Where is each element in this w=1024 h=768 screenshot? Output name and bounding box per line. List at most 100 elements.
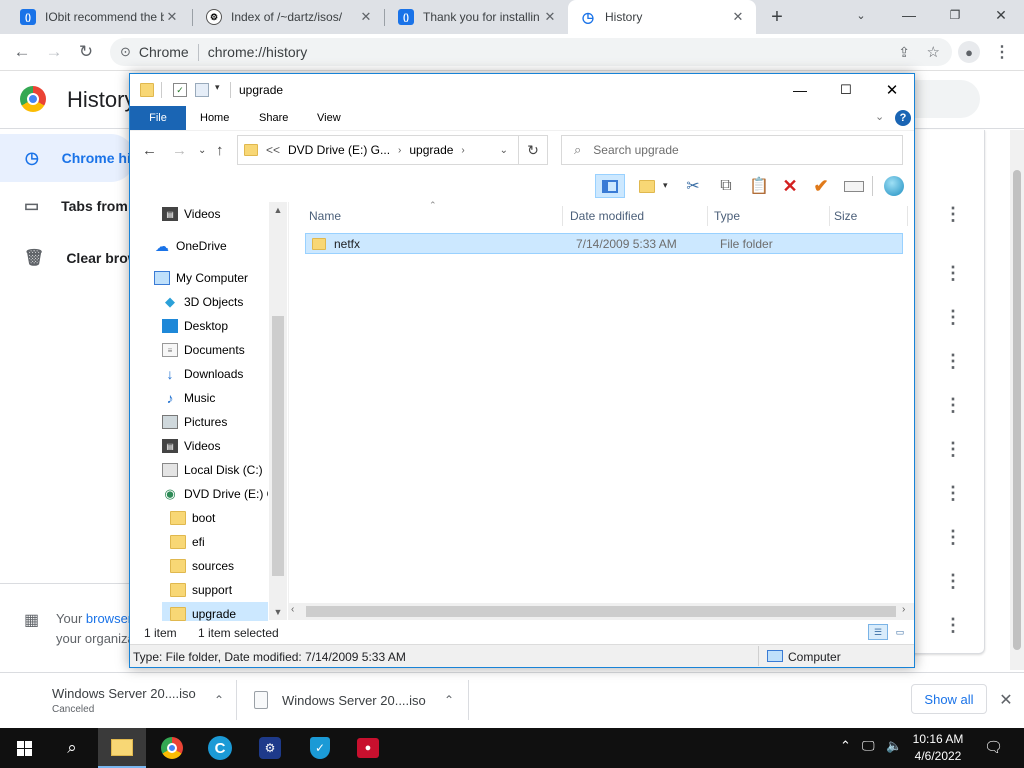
share-icon[interactable]: ⇪ [898,44,910,61]
maximize-icon[interactable]: ☐ [823,76,869,104]
file-explorer-icon[interactable] [98,728,146,768]
volume-icon[interactable]: 🔈 [886,738,902,754]
profile-avatar[interactable]: ● [958,41,980,63]
horizontal-scroll-thumb[interactable] [306,606,896,617]
forward-arrow-icon[interactable]: → [172,142,187,159]
tab-iobit-recommend[interactable]: () IObit recommend the b ✕ [8,0,190,34]
delete-icon[interactable]: ✕ [778,174,802,198]
nav-item-boot[interactable]: boot [170,506,268,530]
notifications-icon[interactable]: 🗨 [984,738,1003,756]
sidebar-item-tabs-other-devices[interactable]: ▭ Tabs from other devices [0,182,135,230]
close-window-icon[interactable]: ✕ [978,0,1024,30]
tab-share[interactable]: Share [259,106,288,130]
search-box[interactable]: ⌕ Search upgrade [561,135,903,165]
close-tab-icon[interactable]: ✕ [358,9,374,25]
close-tab-icon[interactable]: ✕ [730,9,746,25]
horizontal-scrollbar[interactable]: ‹ › [288,603,914,620]
cut-icon[interactable]: ✂ [681,174,705,198]
nav-item-videos[interactable]: ▤ Videos [162,202,268,226]
more-actions-icon[interactable]: ⋮ [943,527,963,547]
more-actions-icon[interactable]: ⋮ [943,351,963,371]
nav-item-downloads[interactable]: ↓ Downloads [162,362,268,386]
bookmark-star-icon[interactable]: ☆ [927,43,940,61]
new-folder-icon[interactable] [195,83,209,97]
quick-access-dropdown-icon[interactable]: ▾ [215,82,220,93]
minimize-icon[interactable]: — [777,76,823,104]
ccleaner-icon[interactable]: C [196,728,244,768]
nav-item-desktop[interactable]: Desktop [162,314,268,338]
help-icon[interactable]: ? [895,110,911,126]
more-actions-icon[interactable]: ⋮ [943,263,963,283]
sidebar-item-chrome-history[interactable]: ◷ Chrome history [0,134,135,182]
nav-item-3d-objects[interactable]: ◆ 3D Objects [162,290,268,314]
site-info-icon[interactable]: ⊙ [120,44,131,60]
close-window-icon[interactable]: ✕ [869,76,914,104]
tab-thank-you[interactable]: () Thank you for installin ✕ [386,0,568,34]
recorder-icon[interactable]: ● [344,728,392,768]
address-bar[interactable]: << DVD Drive (E:) G... › upgrade › ⌄ [237,135,547,165]
column-header-size[interactable]: Size [830,206,908,226]
show-all-button[interactable]: Show all [911,684,987,714]
omnibox[interactable]: ⊙ Chrome chrome://history ⇪ ☆ [110,38,952,66]
windows-start-icon[interactable] [0,728,48,768]
properties-icon[interactable]: ✓ [173,83,187,97]
breadcrumb-chevron-icon[interactable]: › [398,145,401,156]
back-arrow-icon[interactable]: ← [142,142,157,159]
nav-pane-scroll-thumb[interactable] [272,316,284,576]
breadcrumb-upgrade[interactable]: upgrade [409,143,453,157]
nav-item-dvd-drive[interactable]: ◉ DVD Drive (E:) GI [162,482,268,506]
search-icon[interactable]: ⌕ [48,728,96,768]
new-folder-icon[interactable] [635,174,659,198]
nav-item-documents[interactable]: ≡ Documents [162,338,268,362]
more-actions-icon[interactable]: ⋮ [943,395,963,415]
scroll-left-icon[interactable]: ‹ [291,604,294,615]
nav-item-music[interactable]: ♪ Music [162,386,268,410]
breadcrumb-overflow[interactable]: << [266,143,280,157]
column-header-date-modified[interactable]: Date modified [566,206,708,226]
nav-item-local-disk[interactable]: Local Disk (C:) [162,458,268,482]
forward-arrow-icon[interactable]: → [40,38,68,66]
close-tab-icon[interactable]: ✕ [164,9,180,25]
up-arrow-icon[interactable]: ↑ [216,142,224,159]
scroll-right-icon[interactable]: › [902,604,905,615]
address-dropdown-icon[interactable]: ⌄ [500,145,508,156]
refresh-button[interactable]: ↻ [518,135,548,165]
globe-icon[interactable] [882,174,906,198]
tab-index-isos[interactable]: ⚙ Index of /~dartz/isos/ ✕ [194,0,384,34]
close-download-bar-icon[interactable]: ✕ [996,690,1016,710]
network-icon[interactable]: 🖵 [862,738,875,754]
nav-item-pictures[interactable]: Pictures [162,410,268,434]
close-tab-icon[interactable]: ✕ [542,9,558,25]
nav-item-sources[interactable]: sources [170,554,268,578]
nav-item-videos[interactable]: ▤ Videos [162,434,268,458]
restore-icon[interactable]: ❐ [932,0,978,30]
tab-home[interactable]: Home [200,106,229,130]
checkmark-icon[interactable]: ✔ [809,174,833,198]
chrome-menu-icon[interactable]: ⋮ [992,41,1012,63]
paste-icon[interactable]: 📋 [747,174,771,198]
new-item-dropdown-icon[interactable]: ▾ [663,180,668,191]
file-row[interactable]: netfx 7/14/2009 5:33 AM File folder [305,233,903,254]
column-header-type[interactable]: Type [710,206,830,226]
rename-icon[interactable] [842,174,866,198]
tab-history[interactable]: ◷ History ✕ [568,0,756,34]
more-actions-icon[interactable]: ⋮ [943,439,963,459]
details-view-icon[interactable]: ☰ [868,624,888,640]
reload-icon[interactable]: ↻ [72,38,100,66]
shield-icon[interactable]: ✓ [296,728,344,768]
sidebar-item-clear-browsing-data[interactable]: 🗑 Clear browsing data [0,234,135,282]
nav-item-support[interactable]: support [170,578,268,602]
more-actions-icon[interactable]: ⋮ [943,483,963,503]
more-actions-icon[interactable]: ⋮ [943,307,963,327]
large-icons-view-icon[interactable]: ▭ [890,624,910,640]
omnibox-url[interactable]: chrome://history [208,44,308,60]
nav-item-efi[interactable]: efi [170,530,268,554]
column-header-name[interactable]: Name [305,206,563,226]
tab-search-chevron-icon[interactable]: ⌄ [838,0,884,30]
new-tab-button[interactable]: + [766,6,788,28]
breadcrumb-dvd-drive[interactable]: DVD Drive (E:) G... [288,143,390,157]
minimize-icon[interactable]: — [886,0,932,30]
nav-item-my-computer[interactable]: My Computer [154,266,268,290]
more-actions-icon[interactable]: ⋮ [943,571,963,591]
more-actions-icon[interactable]: ⋮ [943,204,963,224]
